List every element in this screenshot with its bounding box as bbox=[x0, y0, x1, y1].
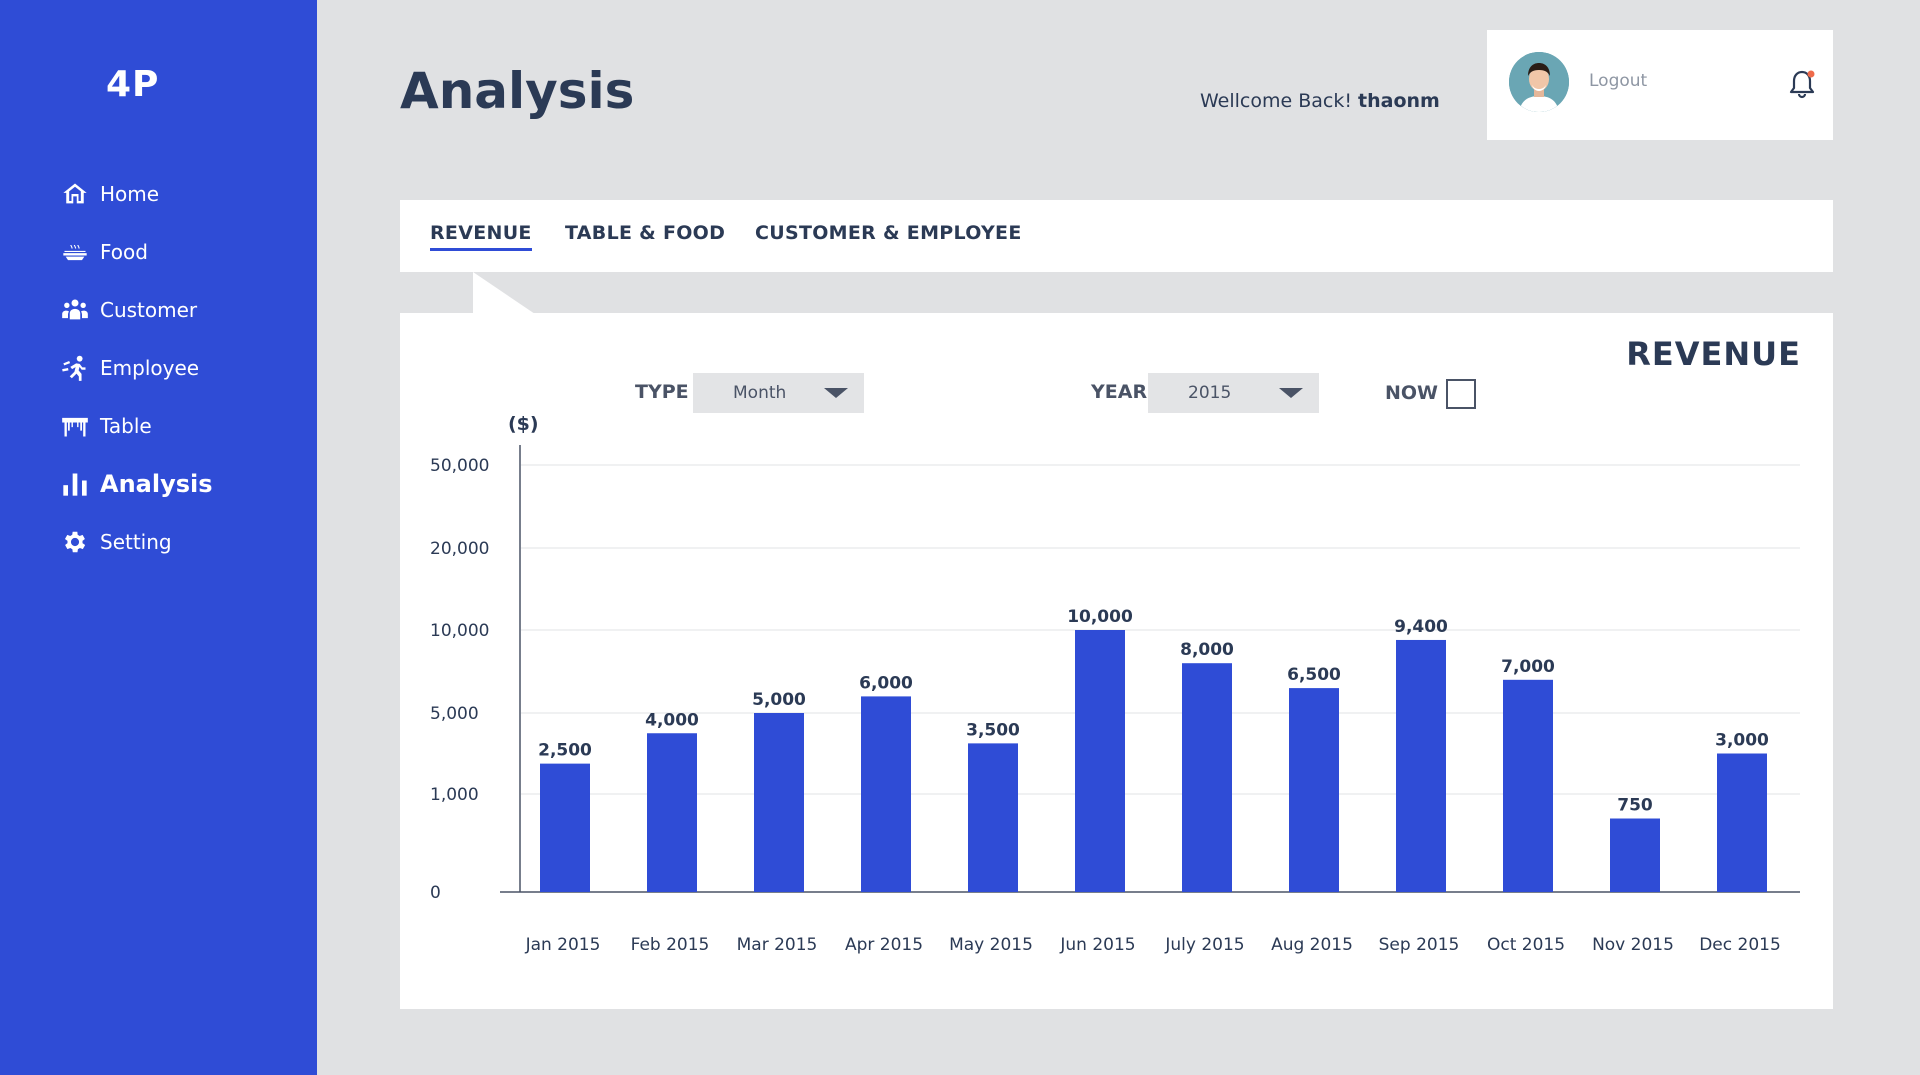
x-tick-label: Oct 2015 bbox=[1487, 935, 1565, 955]
sidebar-item-label: Customer bbox=[100, 298, 198, 322]
revenue-panel: REVENUE TYPE Month YEAR 2015 NOW 0 1,000 5… bbox=[400, 313, 1833, 1009]
logout-link[interactable]: Logout bbox=[1589, 71, 1647, 91]
bar-value-label: 9,400 bbox=[1394, 617, 1448, 637]
page-title: Analysis bbox=[400, 62, 635, 120]
bar bbox=[968, 743, 1018, 892]
x-tick-label: Feb 2015 bbox=[631, 935, 710, 955]
sidebar-item-label: Home bbox=[100, 182, 160, 206]
x-tick-label: Nov 2015 bbox=[1592, 935, 1674, 955]
sidebar-item-label: Employee bbox=[100, 356, 200, 380]
x-tick-label: Apr 2015 bbox=[845, 935, 923, 955]
bar-value-label: 4,000 bbox=[645, 710, 699, 730]
sidebar-item-customer[interactable]: Customer bbox=[60, 281, 213, 339]
tab-customer-employee[interactable]: CUSTOMER & EMPLOYEE bbox=[755, 222, 1022, 244]
bar bbox=[1717, 753, 1767, 892]
x-tick-label: Jan 2015 bbox=[525, 935, 601, 955]
table-icon bbox=[60, 411, 90, 441]
x-tick-label: Dec 2015 bbox=[1699, 935, 1781, 955]
customer-icon bbox=[60, 295, 90, 325]
sidebar: 4P Home Food Customer Employee Table Ana… bbox=[0, 0, 317, 1075]
y-tick-label: 20,000 bbox=[430, 539, 489, 559]
gear-icon bbox=[60, 527, 90, 557]
sidebar-item-label: Table bbox=[100, 414, 152, 438]
bar bbox=[754, 713, 804, 892]
x-tick-label: Aug 2015 bbox=[1271, 935, 1353, 955]
bar bbox=[1182, 663, 1232, 892]
bar bbox=[540, 763, 590, 892]
username: thaonm bbox=[1358, 90, 1440, 112]
tab-pointer bbox=[473, 272, 535, 314]
sidebar-item-employee[interactable]: Employee bbox=[60, 339, 213, 397]
bar-value-label: 6,500 bbox=[1287, 665, 1341, 685]
y-tick-label: 0 bbox=[430, 883, 441, 903]
bar-value-label: 8,000 bbox=[1180, 640, 1234, 660]
food-icon bbox=[60, 237, 90, 267]
y-tick-label: 50,000 bbox=[430, 456, 489, 476]
sidebar-item-label: Setting bbox=[100, 530, 172, 554]
welcome-text: Wellcome Back! bbox=[1200, 90, 1352, 112]
avatar[interactable] bbox=[1509, 52, 1569, 112]
tab-bar: REVENUE TABLE & FOOD CUSTOMER & EMPLOYEE bbox=[400, 200, 1833, 272]
sidebar-nav: Home Food Customer Employee Table Analys… bbox=[60, 165, 213, 571]
bar bbox=[647, 733, 697, 892]
bar-value-label: 3,000 bbox=[1715, 731, 1769, 751]
y-axis-unit: ($) bbox=[508, 413, 539, 435]
sidebar-item-label: Food bbox=[100, 240, 148, 264]
welcome-message: Wellcome Back! thaonm bbox=[1200, 90, 1440, 112]
bar bbox=[861, 696, 911, 892]
x-tick-label: Sep 2015 bbox=[1379, 935, 1460, 955]
bar-value-label: 3,500 bbox=[966, 720, 1020, 740]
app-logo: 4P bbox=[106, 64, 160, 105]
bar-value-label: 7,000 bbox=[1501, 657, 1555, 677]
bell-icon[interactable] bbox=[1787, 68, 1817, 100]
y-tick-label: 1,000 bbox=[430, 785, 479, 805]
bar bbox=[1289, 688, 1339, 892]
x-tick-label: May 2015 bbox=[949, 935, 1033, 955]
home-icon bbox=[60, 179, 90, 209]
sidebar-item-setting[interactable]: Setting bbox=[60, 513, 213, 571]
x-tick-label: Mar 2015 bbox=[737, 935, 818, 955]
tab-table-food[interactable]: TABLE & FOOD bbox=[565, 222, 725, 244]
bar-value-label: 10,000 bbox=[1067, 607, 1133, 627]
bar bbox=[1396, 639, 1446, 892]
bar bbox=[1610, 818, 1660, 892]
y-tick-label: 5,000 bbox=[430, 704, 479, 724]
bar-value-label: 2,500 bbox=[538, 741, 592, 761]
sidebar-item-analysis[interactable]: Analysis bbox=[60, 455, 213, 513]
user-card: Logout bbox=[1487, 30, 1833, 140]
bar-value-label: 6,000 bbox=[859, 673, 913, 693]
bar bbox=[1503, 679, 1553, 892]
sidebar-item-food[interactable]: Food bbox=[60, 223, 213, 281]
bar bbox=[1075, 630, 1125, 892]
employee-icon bbox=[60, 353, 90, 383]
x-tick-label: July 2015 bbox=[1164, 935, 1244, 955]
sidebar-item-table[interactable]: Table bbox=[60, 397, 213, 455]
tab-revenue[interactable]: REVENUE bbox=[430, 222, 532, 251]
sidebar-item-label: Analysis bbox=[100, 470, 213, 498]
bar-value-label: 5,000 bbox=[752, 690, 806, 710]
revenue-chart: 0 1,000 5,000 10,000 20,000 50,000 ($) 2,500 Jan… bbox=[430, 413, 1800, 955]
y-tick-label: 10,000 bbox=[430, 621, 489, 641]
analysis-icon bbox=[60, 469, 90, 499]
bar-value-label: 750 bbox=[1617, 796, 1653, 816]
sidebar-item-home[interactable]: Home bbox=[60, 165, 213, 223]
x-tick-label: Jun 2015 bbox=[1059, 935, 1135, 955]
